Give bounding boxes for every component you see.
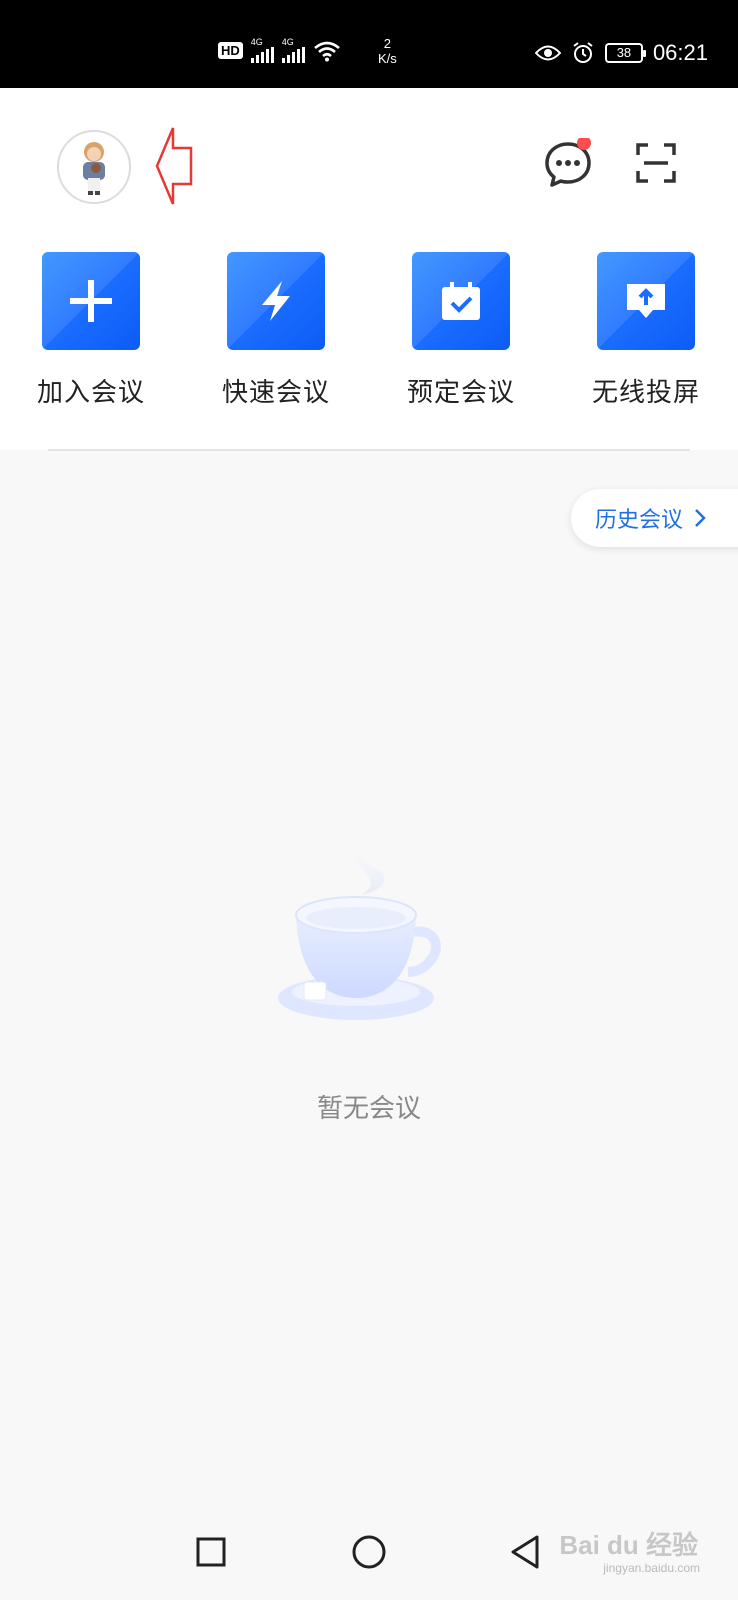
home-button[interactable] — [349, 1532, 389, 1572]
hd-badge: HD — [218, 42, 243, 59]
lightning-icon — [262, 281, 290, 321]
sim2-signal-icon: 4G — [281, 38, 305, 63]
wireless-cast-button[interactable]: 无线投屏 — [571, 252, 721, 409]
schedule-meeting-tile[interactable] — [412, 252, 510, 350]
square-icon — [196, 1537, 226, 1567]
scan-icon — [636, 143, 676, 183]
back-button[interactable] — [506, 1532, 546, 1572]
wifi-icon — [313, 41, 340, 61]
screen-cast-icon — [627, 284, 665, 318]
coffee-cup-illustration — [278, 820, 441, 1020]
join-meeting-tile[interactable] — [42, 252, 140, 350]
quick-meeting-button[interactable]: 快速会议 — [201, 252, 351, 409]
calendar-check-icon — [442, 282, 480, 320]
plus-icon — [70, 280, 112, 322]
status-right: 38 06:21 — [534, 40, 708, 66]
clock: 06:21 — [652, 40, 708, 65]
quick-actions: 加入会议 快速会议 预定会议 无线投屏 — [0, 252, 738, 412]
alarm-icon — [573, 42, 593, 63]
join-meeting-label: 加入会议 — [36, 378, 145, 408]
join-meeting-button[interactable]: 加入会议 — [16, 252, 166, 409]
wireless-cast-tile[interactable] — [597, 252, 695, 350]
watermark-brand: Bai du 经验 — [559, 1530, 698, 1560]
schedule-meeting-button[interactable]: 预定会议 — [386, 252, 536, 409]
chat-bubble-icon — [545, 136, 591, 187]
network-indicators: HD 4G 4G — [218, 38, 341, 63]
messages-button[interactable] — [542, 136, 594, 190]
network-speed: 2 K/s — [378, 36, 397, 66]
quick-meeting-tile[interactable] — [227, 252, 325, 350]
status-bar: HD 4G 4G 2 K/s 38 06:21 — [0, 0, 738, 88]
sim1-signal-icon: 4G — [250, 38, 274, 63]
scan-button[interactable] — [636, 143, 676, 183]
avatar-image — [83, 142, 105, 195]
history-meetings-button[interactable]: 历史会议 — [571, 489, 738, 547]
recent-apps-button[interactable] — [191, 1532, 231, 1572]
battery-indicator: 38 — [604, 43, 646, 63]
chevron-right-icon — [695, 509, 706, 527]
avatar[interactable] — [57, 130, 131, 204]
wireless-cast-label: 无线投屏 — [591, 378, 700, 408]
divider — [48, 449, 690, 451]
history-meetings-label: 历史会议 — [595, 508, 684, 533]
empty-state-text: 暂无会议 — [316, 1094, 421, 1124]
eye-icon — [534, 45, 561, 61]
quick-meeting-label: 快速会议 — [221, 378, 330, 408]
circle-icon — [352, 1535, 386, 1569]
schedule-meeting-label: 预定会议 — [406, 378, 515, 408]
annotation-arrow-icon — [155, 127, 193, 205]
triangle-back-icon — [511, 1535, 539, 1569]
watermark-url: jingyan.baidu.com — [603, 1561, 700, 1575]
